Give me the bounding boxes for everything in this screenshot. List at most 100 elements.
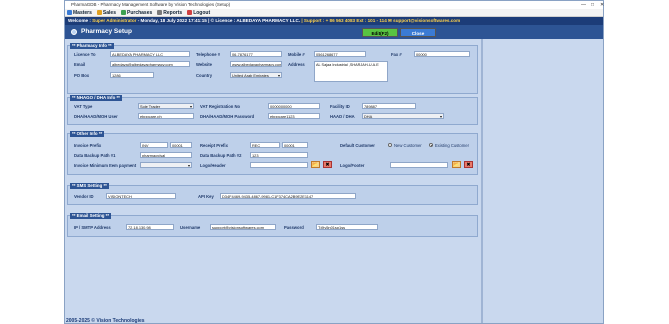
facility-label: Facility ID bbox=[330, 104, 350, 109]
telephone-label: Telephone # bbox=[196, 52, 221, 57]
maximize-button[interactable]: □ bbox=[591, 1, 594, 9]
close-button[interactable]: Close bbox=[400, 28, 436, 37]
invoice-number-input[interactable]: 00001 bbox=[170, 142, 192, 148]
menu-item[interactable]: Reports bbox=[157, 9, 182, 16]
website-input[interactable]: www.albedayapharmacy.com bbox=[230, 61, 282, 67]
mobile-label: Mobile # bbox=[288, 52, 305, 57]
haad-dha-select[interactable]: DHA bbox=[362, 113, 444, 119]
dha-password-label: DHA/HAAD/MOH Password bbox=[200, 114, 255, 119]
menu-item-label: Reports bbox=[163, 10, 183, 16]
section-heading: ** Email Setting ** bbox=[70, 213, 112, 219]
dha-user-label: DHA/HAAD/MOH User bbox=[74, 114, 118, 119]
menu-bar: Masters Sales Purchases Reports Logout bbox=[65, 9, 603, 17]
api-key-input[interactable]: D34F4469-9435-4867-9981-C1F374CA2B9E2E11… bbox=[220, 193, 356, 199]
receipt-number-input[interactable]: 00001 bbox=[282, 142, 308, 148]
new-customer-label: New Customer bbox=[394, 143, 422, 148]
page-title: Pharmacy Setup bbox=[81, 28, 132, 35]
close-window-button[interactable]: ✕ bbox=[600, 1, 604, 9]
logo-footer-label: Logo/Footer bbox=[340, 163, 365, 168]
backup1-input[interactable]: pharmacy/sal bbox=[140, 152, 192, 158]
fax-input[interactable]: 00000 bbox=[414, 51, 470, 57]
logo-footer-input[interactable] bbox=[390, 162, 448, 168]
menu-item[interactable]: Logout bbox=[187, 9, 210, 16]
menu-item-label: Masters bbox=[73, 10, 92, 16]
backup2-input[interactable]: 123 bbox=[250, 152, 308, 158]
edit-button[interactable]: Edit(F2) bbox=[362, 28, 398, 37]
page-header: Pharmacy Setup Edit(F2) Close bbox=[65, 25, 603, 39]
support-text: | Support : + 86 563 4083 Ext : 101 - 11… bbox=[301, 18, 461, 23]
facility-input[interactable]: 789887 bbox=[362, 103, 416, 109]
pharmacy-info-section: ** Pharmacy Info ** Licence To ALBEDAYA … bbox=[67, 43, 478, 94]
existing-customer-label: Existing Customer bbox=[435, 143, 469, 148]
invoice-minimum-select[interactable] bbox=[140, 162, 192, 168]
invoice-prefix-input[interactable]: INV bbox=[140, 142, 168, 148]
menu-icon bbox=[67, 10, 72, 15]
welcome-date: - Monday, 18 July 2022 17:41:15 bbox=[136, 18, 209, 23]
email-label: Email bbox=[74, 62, 86, 67]
dha-password-input[interactable]: ebppcare1123 bbox=[268, 113, 320, 119]
address-textarea[interactable]: AL Sajaa Industrial ,SHARJAH-U.A.E bbox=[314, 61, 388, 82]
logo-header-input[interactable] bbox=[250, 162, 308, 168]
section-heading: ** Other Info ** bbox=[70, 131, 105, 137]
section-heading: ** Pharmacy Info ** bbox=[70, 43, 114, 49]
address-label: Address bbox=[288, 62, 305, 67]
vat-reg-label: VAT Registration No bbox=[200, 104, 241, 109]
menu-item[interactable]: Sales bbox=[96, 9, 116, 16]
menu-icon bbox=[120, 10, 126, 15]
vat-type-select[interactable]: Sole Trader bbox=[138, 103, 194, 109]
fax-label: Fax # bbox=[391, 52, 402, 57]
clear-icon[interactable]: ✖ bbox=[464, 161, 473, 168]
dha-info-section: ** NHAGO / DHA Info ** VAT Type Sole Tra… bbox=[67, 95, 478, 125]
menu-icon bbox=[187, 10, 193, 15]
backup1-label: Data Backup Path #1 bbox=[74, 153, 116, 158]
dha-user-input[interactable]: ebppcare.ph bbox=[138, 113, 194, 119]
api-key-label: API Key bbox=[198, 194, 214, 199]
country-label: Country bbox=[196, 73, 213, 78]
haad-dha-label: HAAD / DHA bbox=[330, 114, 355, 119]
other-info-section: ** Other Info ** Invoice Prefix INV 0000… bbox=[67, 131, 478, 175]
email-input[interactable]: albedaya@albedayapharmacy.com bbox=[110, 61, 190, 67]
pobox-input[interactable]: 1286 bbox=[110, 72, 154, 78]
gear-icon bbox=[71, 29, 77, 35]
welcome-bar: Welcome : Super Administrator - Monday, … bbox=[65, 17, 603, 25]
vat-reg-input[interactable]: 0000000000 bbox=[268, 103, 320, 109]
email-username-label: Username bbox=[180, 225, 201, 230]
smtp-address-input[interactable]: 72.18.130.98 bbox=[126, 224, 174, 230]
section-heading: ** SMS Setting ** bbox=[70, 183, 109, 189]
new-customer-radio[interactable] bbox=[388, 143, 392, 147]
default-customer-label: Default Customer bbox=[340, 143, 375, 148]
menu-icon bbox=[157, 10, 163, 15]
backup2-label: Data Backup Path #2 bbox=[200, 153, 242, 158]
existing-customer-radio[interactable] bbox=[429, 143, 433, 147]
logo-header-label: Logo/Header bbox=[200, 163, 226, 168]
clear-icon[interactable]: ✖ bbox=[323, 161, 332, 168]
open-folder-icon[interactable]: 📂 bbox=[452, 161, 461, 168]
pobox-label: PO Box bbox=[74, 73, 90, 78]
minimize-button[interactable]: — bbox=[581, 1, 586, 9]
menu-item[interactable]: Masters bbox=[67, 9, 92, 16]
welcome-user: Super Administrator bbox=[92, 18, 137, 23]
email-setting-section: ** Email Setting ** IP / SMTP Address 72… bbox=[67, 213, 478, 237]
window-title: PharmaGDB - Pharmacy Management Software… bbox=[71, 2, 231, 7]
email-password-input[interactable]: T@v5n01sp1ss bbox=[316, 224, 378, 230]
receipt-prefix-input[interactable]: REC bbox=[250, 142, 280, 148]
vendor-id-label: Vendor ID bbox=[74, 194, 94, 199]
country-select[interactable]: United Arab Emirates bbox=[230, 72, 282, 78]
licence-input[interactable]: ALBEDAYA PHARMACY LLC bbox=[110, 51, 190, 57]
invoice-prefix-label: Invoice Prefix bbox=[74, 143, 102, 148]
menu-item-label: Purchases bbox=[126, 10, 153, 16]
open-folder-icon[interactable]: 📂 bbox=[311, 161, 320, 168]
email-password-label: Password bbox=[284, 225, 304, 230]
menu-item-label: Logout bbox=[193, 10, 211, 16]
licence-label: Licence To bbox=[74, 52, 96, 57]
email-username-input[interactable]: support@visionsoftwares.com bbox=[210, 224, 276, 230]
vendor-id-input[interactable]: VISIONTECH bbox=[106, 193, 176, 199]
section-heading: ** NHAGO / DHA Info ** bbox=[70, 95, 122, 101]
mobile-input[interactable]: 0561268677 bbox=[314, 51, 366, 57]
title-bar: PharmaGDB - Pharmacy Management Software… bbox=[65, 1, 604, 9]
licence-text: | © Licence : ALBEDAYA PHARMACY LLC. bbox=[208, 18, 302, 23]
telephone-input[interactable]: 06-7876177 bbox=[230, 51, 282, 57]
welcome-prefix: Welcome : bbox=[68, 18, 93, 23]
footer-copyright: 2005-2025 © Vision Technologies bbox=[66, 318, 145, 324]
menu-item[interactable]: Purchases bbox=[120, 9, 153, 16]
